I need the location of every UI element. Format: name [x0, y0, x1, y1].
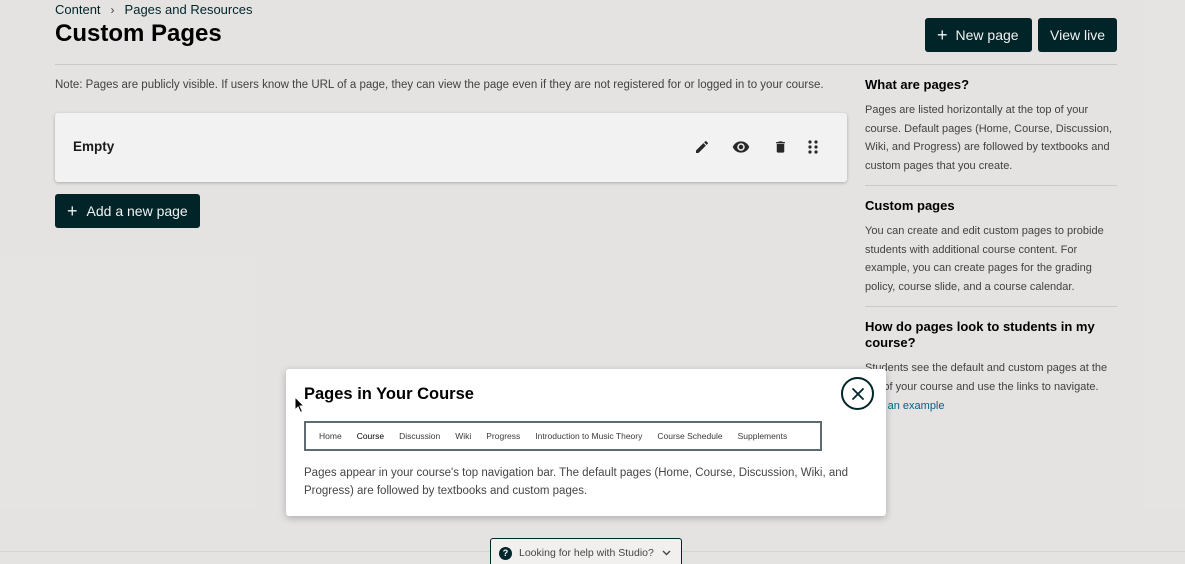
chevron-down-icon	[662, 547, 671, 559]
close-button[interactable]	[841, 377, 874, 410]
nav-preview-item: Supplements	[737, 431, 788, 441]
modal-description: Pages appear in your course's top naviga…	[304, 467, 849, 497]
studio-help-button[interactable]: ? Looking for help with Studio?	[490, 538, 682, 564]
nav-preview-item: Discussion	[399, 431, 441, 441]
nav-preview-item: Wiki	[455, 431, 472, 441]
help-label: Looking for help with Studio?	[519, 547, 654, 559]
nav-preview-item: Home	[319, 431, 342, 441]
question-icon: ?	[499, 546, 512, 560]
mouse-cursor-icon	[294, 395, 306, 419]
nav-preview-item: Progress	[486, 431, 521, 441]
nav-preview-item-active: Course	[356, 431, 385, 441]
course-nav-preview: Home Course Discussion Wiki Progress Int…	[304, 421, 822, 451]
close-icon	[851, 387, 864, 400]
pages-modal: Pages in Your Course Home Course Discuss…	[286, 369, 886, 516]
nav-preview-item: Introduction to Music Theory	[535, 431, 643, 441]
modal-title: Pages in Your Course	[304, 385, 474, 403]
nav-preview-item: Course Schedule	[657, 431, 723, 441]
